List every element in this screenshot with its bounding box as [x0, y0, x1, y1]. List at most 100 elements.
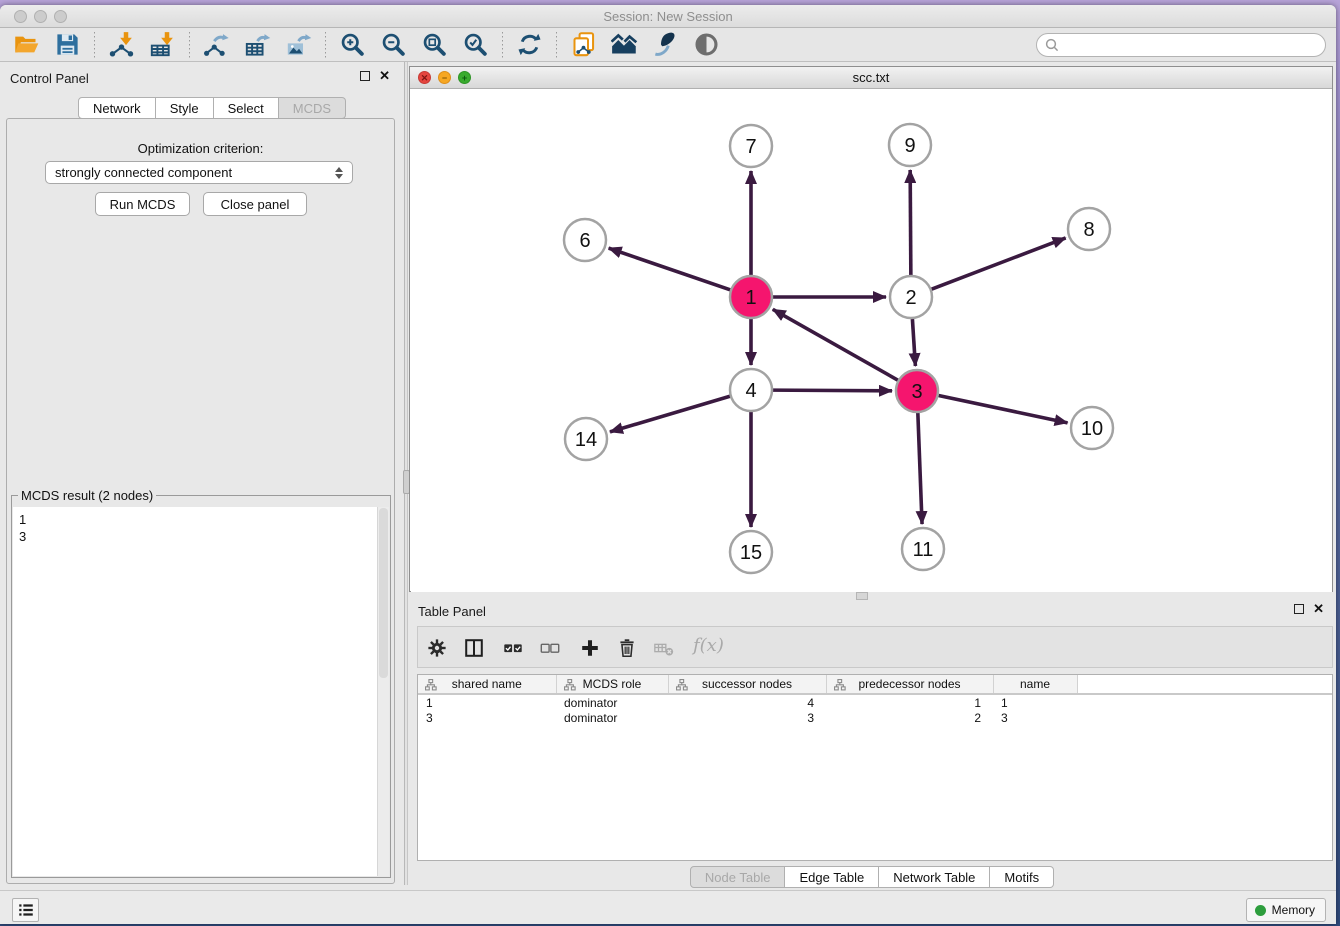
split-view-icon[interactable]: [463, 637, 485, 659]
tab-network[interactable]: Network: [78, 97, 156, 119]
svg-text:6: 6: [579, 230, 590, 252]
svg-text:14: 14: [575, 429, 597, 451]
graph-edge-3-1[interactable]: [773, 309, 898, 380]
run-mcds-button[interactable]: Run MCDS: [95, 192, 190, 216]
toolbar-separator: [556, 32, 557, 58]
graph-edge-2-3[interactable]: [912, 319, 915, 366]
tree-icon: [564, 679, 576, 691]
graph-edge-3-11[interactable]: [918, 413, 922, 524]
function-builder-icon[interactable]: f(x): [693, 635, 724, 656]
graph-node-2[interactable]: 2: [890, 276, 932, 318]
graph-edge-4-14[interactable]: [610, 396, 730, 432]
column-header[interactable]: shared name: [418, 675, 556, 694]
tab-style[interactable]: Style: [156, 97, 214, 119]
tab-network-table[interactable]: Network Table: [879, 866, 990, 888]
graph-node-1[interactable]: 1: [730, 276, 772, 318]
result-scrollbar[interactable]: [377, 507, 389, 876]
network-window-title: scc.txt: [410, 70, 1332, 85]
delete-icon[interactable]: [616, 637, 638, 659]
home-icon[interactable]: [611, 31, 638, 58]
export-image-icon[interactable]: [285, 31, 312, 58]
float-panel-icon[interactable]: [360, 71, 370, 81]
close-panel-icon[interactable]: ✕: [379, 71, 390, 81]
graph-edge-1-6[interactable]: [609, 248, 731, 290]
table-header-row: shared name MCDS role successor nodes pr…: [418, 675, 1333, 694]
column-header[interactable]: successor nodes: [668, 675, 826, 694]
table-row[interactable]: 1 dominator 4 1 1: [418, 694, 1333, 710]
select-all-icon[interactable]: [502, 637, 524, 659]
vertical-splitter[interactable]: [404, 62, 408, 885]
tab-edge-table[interactable]: Edge Table: [785, 866, 879, 888]
optimization-criterion-select[interactable]: strongly connected component: [45, 161, 353, 184]
zoom-fit-icon[interactable]: [421, 31, 448, 58]
delete-column-icon[interactable]: [653, 637, 675, 659]
list-icon: [17, 901, 35, 919]
open-session-icon[interactable]: [13, 31, 40, 58]
zoom-selected-icon[interactable]: [462, 31, 489, 58]
column-header[interactable]: predecessor nodes: [826, 675, 993, 694]
svg-text:15: 15: [740, 542, 762, 564]
add-column-icon[interactable]: [579, 637, 601, 659]
tab-motifs[interactable]: Motifs: [990, 866, 1054, 888]
save-session-icon[interactable]: [54, 31, 81, 58]
memory-label: Memory: [1272, 903, 1315, 917]
network-canvas[interactable]: 7 9 6 8 1 2 4 3 14 10 15 11: [411, 89, 1332, 592]
import-network-icon[interactable]: [108, 31, 135, 58]
deselect-all-icon[interactable]: [539, 637, 561, 659]
tab-mcds[interactable]: MCDS: [279, 97, 346, 119]
export-table-icon[interactable]: [244, 31, 271, 58]
close-panel-button[interactable]: Close panel: [203, 192, 307, 216]
table-settings-gear-icon[interactable]: [426, 637, 448, 659]
close-table-panel-icon[interactable]: ✕: [1313, 604, 1324, 614]
table-panel-header: Table Panel ✕: [408, 597, 1336, 625]
svg-text:3: 3: [911, 381, 922, 403]
node-table[interactable]: shared name MCDS role successor nodes pr…: [417, 674, 1333, 861]
column-header[interactable]: MCDS role: [556, 675, 668, 694]
graph-node-15[interactable]: 15: [730, 531, 772, 573]
tab-node-table[interactable]: Node Table: [690, 866, 786, 888]
graph-node-3[interactable]: 3: [896, 370, 938, 412]
zoom-out-icon[interactable]: [380, 31, 407, 58]
export-network-icon[interactable]: [203, 31, 230, 58]
network-window-titlebar[interactable]: ✕ − + scc.txt: [410, 67, 1332, 89]
style-preview-icon[interactable]: [652, 31, 679, 58]
graph-node-10[interactable]: 10: [1071, 407, 1113, 449]
svg-text:1: 1: [745, 287, 756, 309]
graph-edge-3-10[interactable]: [939, 396, 1068, 423]
clone-network-icon[interactable]: [570, 31, 597, 58]
svg-text:4: 4: [745, 380, 756, 402]
graph-node-6[interactable]: 6: [564, 219, 606, 261]
column-header[interactable]: name: [993, 675, 1077, 694]
mcds-panel: Optimization criterion: strongly connect…: [6, 118, 395, 884]
graph-node-9[interactable]: 9: [889, 124, 931, 166]
table-panel-title: Table Panel: [418, 604, 486, 619]
graph-node-7[interactable]: 7: [730, 125, 772, 167]
zoom-in-icon[interactable]: [339, 31, 366, 58]
search-input[interactable]: [1061, 36, 1325, 54]
selected-criterion: strongly connected component: [46, 165, 330, 180]
svg-text:10: 10: [1081, 418, 1103, 440]
graph-node-11[interactable]: 11: [902, 528, 944, 570]
mcds-result-text[interactable]: 1 3: [13, 507, 389, 876]
float-table-panel-icon[interactable]: [1294, 604, 1304, 614]
import-table-icon[interactable]: [149, 31, 176, 58]
main-window: Session: New Session: [0, 5, 1336, 924]
toolbar-separator: [94, 32, 95, 58]
memory-button[interactable]: Memory: [1246, 898, 1326, 922]
tree-icon: [425, 679, 437, 691]
main-toolbar: [0, 28, 1336, 62]
graph-edge-2-8[interactable]: [932, 238, 1066, 289]
mcds-result-title: MCDS result (2 nodes): [18, 488, 156, 503]
graph-node-14[interactable]: 14: [565, 418, 607, 460]
tab-select[interactable]: Select: [214, 97, 279, 119]
dropdown-stepper-icon: [330, 167, 348, 179]
graph-node-4[interactable]: 4: [730, 369, 772, 411]
refresh-icon[interactable]: [516, 31, 543, 58]
task-history-button[interactable]: [12, 898, 39, 922]
graph-node-8[interactable]: 8: [1068, 208, 1110, 250]
graph-edge-2-9[interactable]: [910, 170, 911, 275]
eye-icon[interactable]: [693, 31, 720, 58]
table-row[interactable]: 3 dominator 3 2 3: [418, 710, 1333, 726]
memory-status-icon: [1255, 905, 1266, 916]
graph-edge-4-3[interactable]: [773, 390, 892, 391]
